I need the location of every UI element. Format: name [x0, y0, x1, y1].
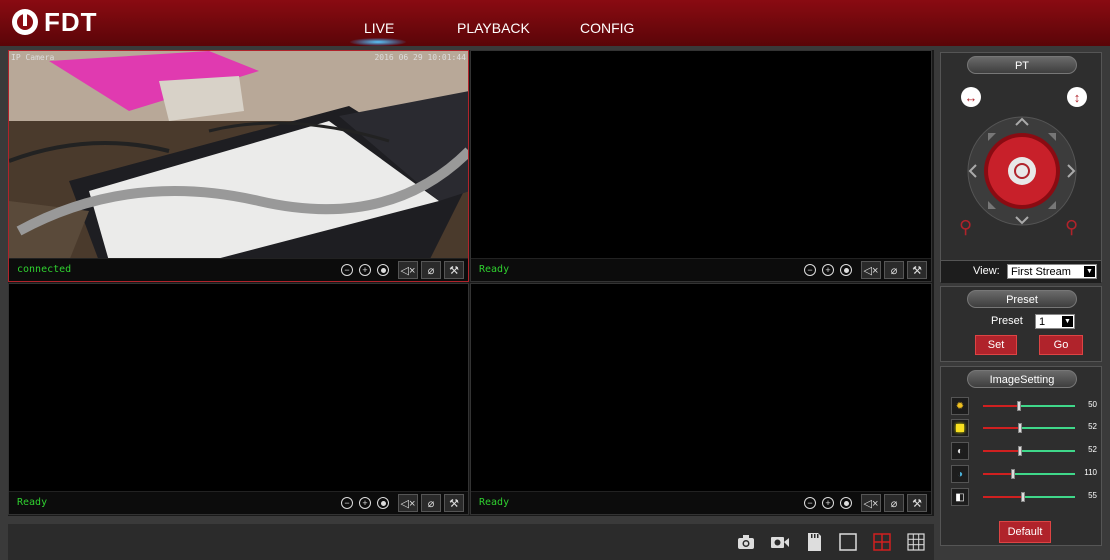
cell-status: Ready — [479, 264, 510, 275]
slider-thumb[interactable] — [1021, 492, 1025, 502]
layout-nine-icon[interactable] — [906, 532, 926, 552]
default-button[interactable]: Default — [999, 521, 1051, 543]
cell-toolbar: Ready − + ◁× ⌀ ⚒ — [471, 258, 931, 281]
brand-name: FDT — [44, 6, 98, 37]
image-setting-title: ImageSetting — [967, 370, 1077, 388]
layout-quad-icon[interactable] — [872, 532, 892, 552]
ptz-title: PT — [967, 56, 1077, 74]
preset-select-value: 1 — [1039, 316, 1046, 328]
chevron-down-icon: ▼ — [1084, 266, 1095, 277]
cell-toolbar: Ready − + ◁× ⌀ ⚒ — [471, 491, 931, 514]
mute-icon[interactable]: ◁× — [398, 494, 418, 512]
cell-status: connected — [17, 264, 72, 275]
video-cell-3[interactable]: Ready − + ◁× ⌀ ⚒ — [8, 283, 469, 515]
record-dot-icon[interactable] — [377, 497, 389, 509]
brightness-value: 52 — [1088, 422, 1097, 431]
zoom-in-icon[interactable]: + — [822, 264, 834, 276]
contrast-value: 52 — [1088, 445, 1097, 454]
record-dot-icon[interactable] — [840, 497, 852, 509]
contrast-icon: ◐ — [951, 442, 969, 460]
stream-select-value: First Stream — [1011, 266, 1071, 278]
record-dot-icon[interactable] — [377, 264, 389, 276]
contrast-slider[interactable]: ◐ 52 — [951, 442, 1097, 460]
mute-icon[interactable]: ◁× — [861, 261, 881, 279]
hue-icon: ✹ — [951, 397, 969, 415]
mic-off-icon[interactable]: ⌀ — [421, 494, 441, 512]
preset-panel: Preset Preset 1 ▼ Set Go — [940, 286, 1102, 362]
sharpness-icon: ◧ — [951, 488, 969, 506]
cell-toolbar: Ready − + ◁× ⌀ ⚒ — [9, 491, 468, 514]
image-setting-panel: ImageSetting ✹ 50 52 ◐ 52 ◑ 110 ◧ 55 Def… — [940, 366, 1102, 546]
tab-live[interactable]: LIVE — [349, 20, 407, 46]
chevron-down-icon: ▼ — [1062, 316, 1073, 327]
tab-playback[interactable]: PLAYBACK — [457, 20, 530, 36]
zoom-in-icon[interactable]: + — [822, 497, 834, 509]
brightness-slider[interactable]: 52 — [951, 419, 1097, 437]
osd-camera-name: IP Camera — [11, 53, 55, 62]
zoom-out-icon[interactable]: − — [341, 264, 353, 276]
mic-off-icon[interactable]: ⌀ — [884, 261, 904, 279]
video-grid: IP Camera 2016 06 29 10:01:44 connected … — [8, 50, 934, 516]
zoom-out-icon[interactable]: − — [804, 264, 816, 276]
tools-icon[interactable]: ⚒ — [907, 261, 927, 279]
hue-value: 50 — [1088, 400, 1097, 409]
tools-icon[interactable]: ⚒ — [444, 494, 464, 512]
view-row: View: First Stream ▼ — [941, 260, 1101, 283]
video-cell-1[interactable]: IP Camera 2016 06 29 10:01:44 connected … — [8, 50, 469, 282]
zoom-out-icon[interactable]: − — [804, 497, 816, 509]
video-cell-4[interactable]: Ready − + ◁× ⌀ ⚒ — [470, 283, 932, 515]
tools-icon[interactable]: ⚒ — [444, 261, 464, 279]
saturation-slider[interactable]: ◑ 110 — [951, 465, 1097, 483]
hue-slider[interactable]: ✹ 50 — [951, 397, 1097, 415]
slider-thumb[interactable] — [1011, 469, 1015, 479]
tab-config[interactable]: CONFIG — [580, 20, 634, 36]
brightness-icon — [951, 419, 969, 437]
preset-title: Preset — [967, 290, 1077, 308]
mute-icon[interactable]: ◁× — [861, 494, 881, 512]
zoom-in-ptz-icon[interactable]: ⚲ — [1065, 217, 1078, 238]
layout-single-icon[interactable] — [838, 532, 858, 552]
zoom-in-icon[interactable]: + — [359, 497, 371, 509]
ptz-panel: PT ↔ ↕ ⚲ ⚲ View: First Stream ▼ — [940, 52, 1102, 283]
sharpness-slider[interactable]: ◧ 55 — [951, 488, 1097, 506]
vertical-scan-icon[interactable]: ↕ — [1067, 87, 1087, 107]
mic-off-icon[interactable]: ⌀ — [884, 494, 904, 512]
view-label: View: — [973, 265, 1000, 277]
preset-set-button[interactable]: Set — [975, 335, 1017, 355]
stream-select[interactable]: First Stream ▼ — [1007, 264, 1097, 279]
camera-image — [9, 51, 468, 259]
camera-feed: IP Camera 2016 06 29 10:01:44 — [9, 51, 468, 259]
record-video-icon[interactable] — [770, 532, 790, 552]
sharpness-value: 55 — [1088, 491, 1097, 500]
zoom-out-icon[interactable]: − — [341, 497, 353, 509]
preset-label: Preset — [991, 315, 1023, 327]
logo-icon — [12, 9, 38, 35]
zoom-in-icon[interactable]: + — [359, 264, 371, 276]
mic-off-icon[interactable]: ⌀ — [421, 261, 441, 279]
slider-thumb[interactable] — [1018, 446, 1022, 456]
slider-thumb[interactable] — [1018, 423, 1022, 433]
snapshot-icon[interactable] — [736, 532, 756, 552]
logo: FDT — [12, 6, 98, 38]
preset-go-button[interactable]: Go — [1039, 335, 1083, 355]
record-dot-icon[interactable] — [840, 264, 852, 276]
saturation-value: 110 — [1084, 468, 1097, 477]
preset-select[interactable]: 1 ▼ — [1035, 314, 1075, 329]
sd-card-icon[interactable] — [804, 532, 824, 552]
slider-thumb[interactable] — [1017, 401, 1021, 411]
cell-toolbar: connected − + ◁× ⌀ ⚒ — [9, 258, 468, 281]
tools-icon[interactable]: ⚒ — [907, 494, 927, 512]
saturation-icon: ◑ — [951, 465, 969, 483]
bottom-toolbar — [8, 524, 934, 560]
mute-icon[interactable]: ◁× — [398, 261, 418, 279]
cell-status: Ready — [17, 497, 48, 508]
ptz-joystick[interactable] — [966, 115, 1078, 227]
cell-status: Ready — [479, 497, 510, 508]
video-cell-2[interactable]: Ready − + ◁× ⌀ ⚒ — [470, 50, 932, 282]
top-bar: FDT LIVE PLAYBACK CONFIG — [0, 0, 1110, 46]
horizontal-scan-icon[interactable]: ↔ — [961, 87, 981, 107]
zoom-out-ptz-icon[interactable]: ⚲ — [959, 217, 972, 238]
osd-timestamp: 2016 06 29 10:01:44 — [374, 53, 466, 62]
